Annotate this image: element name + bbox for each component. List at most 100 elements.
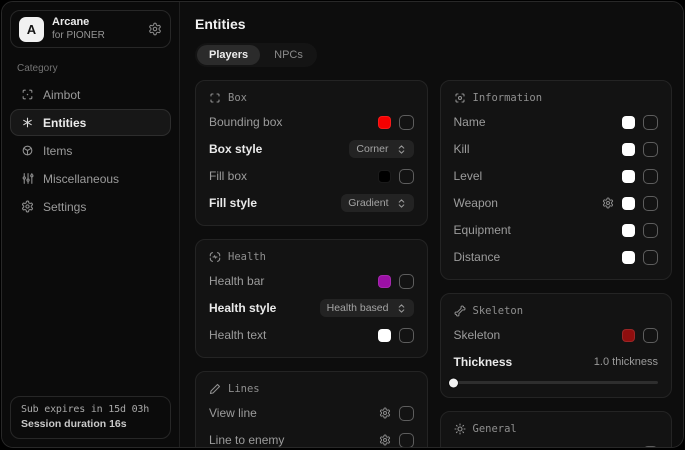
setting-label: Kill	[454, 142, 470, 156]
setting-row-fill-box: Fill box	[209, 167, 414, 185]
card-title: Lines	[228, 383, 260, 395]
card-title: Box	[228, 92, 247, 104]
color-swatch[interactable]	[622, 224, 635, 237]
weapon-checkbox[interactable]	[643, 196, 658, 211]
setting-row-health-bar: Health bar	[209, 272, 414, 290]
color-swatch[interactable]	[622, 170, 635, 183]
color-swatch[interactable]	[378, 170, 391, 183]
color-swatch[interactable]	[378, 329, 391, 342]
color-swatch[interactable]	[622, 197, 635, 210]
card-lines: Lines View line Line to enemy	[195, 371, 428, 447]
setting-row-thickness: Thickness 1.0 thickness	[454, 353, 659, 371]
card-box: Box Bounding box Box style Corne	[195, 80, 428, 226]
name-checkbox[interactable]	[643, 115, 658, 130]
health-text-checkbox[interactable]	[399, 328, 414, 343]
chevrons-up-down-icon	[396, 303, 407, 314]
view-line-gear-icon[interactable]	[379, 407, 391, 419]
thickness-value: 1.0 thickness	[594, 356, 658, 368]
color-swatch[interactable]	[622, 251, 635, 264]
bounding-box-checkbox[interactable]	[399, 115, 414, 130]
setting-label: Visibility check	[454, 446, 532, 447]
card-health: Health Health bar Health style H	[195, 239, 428, 358]
setting-label: Equipment	[454, 223, 511, 237]
header-gear-icon[interactable]	[148, 22, 162, 36]
main-content: Entities Players NPCs Box Bounding box	[180, 2, 683, 447]
setting-label: Bounding box	[209, 115, 282, 129]
bone-icon	[454, 305, 466, 317]
slider-thumb[interactable]	[449, 378, 458, 387]
color-swatch[interactable]	[622, 116, 635, 129]
setting-row-visibility-check: Visibility check	[454, 444, 659, 447]
setting-label: Box style	[209, 142, 262, 156]
setting-label: View line	[209, 406, 257, 420]
setting-label: Health text	[209, 328, 266, 342]
setting-row-kill: Kill	[454, 140, 659, 158]
tab-players[interactable]: Players	[197, 45, 260, 65]
page-title: Entities	[195, 16, 672, 32]
setting-label: Fill style	[209, 196, 257, 210]
card-title: Health	[228, 251, 266, 263]
sidebar-item-entities[interactable]: Entities	[10, 109, 171, 136]
level-checkbox[interactable]	[643, 169, 658, 184]
setting-row-health-style: Health style Health based	[209, 299, 414, 317]
category-label: Category	[17, 63, 171, 74]
setting-label: Thickness	[454, 355, 513, 369]
wheel-icon	[21, 144, 34, 157]
session-duration-text: Session duration 16s	[21, 418, 160, 430]
app-subtitle: for PIONER	[52, 30, 105, 43]
setting-row-weapon: Weapon	[454, 194, 659, 212]
skeleton-checkbox[interactable]	[643, 328, 658, 343]
color-swatch[interactable]	[622, 329, 635, 342]
dropdown-value: Corner	[356, 143, 388, 155]
color-swatch[interactable]	[378, 275, 391, 288]
view-line-checkbox[interactable]	[399, 406, 414, 421]
sidebar-header: A Arcane for PIONER	[10, 10, 171, 48]
box-corners-icon	[209, 92, 221, 104]
card-skeleton: Skeleton Skeleton Thickness 1.0 thicknes…	[440, 293, 673, 398]
heart-pulse-icon	[209, 251, 221, 263]
kill-checkbox[interactable]	[643, 142, 658, 157]
color-swatch[interactable]	[622, 143, 635, 156]
box-style-dropdown[interactable]: Corner	[349, 140, 413, 158]
line-to-enemy-gear-icon[interactable]	[379, 434, 391, 446]
sidebar-item-label: Items	[43, 144, 72, 158]
thickness-slider[interactable]	[454, 381, 659, 384]
sidebar-item-label: Aimbot	[43, 88, 80, 102]
dropdown-value: Health based	[327, 302, 389, 314]
card-general: General Visibility check Max distance 50…	[440, 411, 673, 447]
setting-row-fill-style: Fill style Gradient	[209, 194, 414, 212]
card-information: Information Name Kill	[440, 80, 673, 280]
card-title: Skeleton	[473, 305, 524, 317]
health-bar-checkbox[interactable]	[399, 274, 414, 289]
card-title: Information	[473, 92, 543, 104]
sliders-icon	[21, 172, 34, 185]
gear-icon	[21, 200, 34, 213]
distance-checkbox[interactable]	[643, 250, 658, 265]
setting-row-view-line: View line	[209, 404, 414, 422]
color-swatch[interactable]	[378, 116, 391, 129]
tab-npcs[interactable]: NPCs	[262, 45, 315, 65]
chevrons-up-down-icon	[396, 144, 407, 155]
setting-row-name: Name	[454, 113, 659, 131]
crosshair-scan-icon	[21, 88, 34, 101]
sun-icon	[454, 423, 466, 435]
subscription-box: Sub expires in 15d 03h Session duration …	[10, 396, 171, 439]
sidebar-item-label: Entities	[43, 116, 86, 130]
card-title: General	[473, 423, 517, 435]
sidebar-item-miscellaneous[interactable]: Miscellaneous	[10, 165, 171, 192]
health-style-dropdown[interactable]: Health based	[320, 299, 414, 317]
equipment-checkbox[interactable]	[643, 223, 658, 238]
sidebar-item-items[interactable]: Items	[10, 137, 171, 164]
line-to-enemy-checkbox[interactable]	[399, 433, 414, 448]
fill-box-checkbox[interactable]	[399, 169, 414, 184]
fill-style-dropdown[interactable]: Gradient	[341, 194, 413, 212]
visibility-check-checkbox[interactable]	[643, 446, 658, 448]
sidebar-item-aimbot[interactable]: Aimbot	[10, 81, 171, 108]
setting-row-health-text: Health text	[209, 326, 414, 344]
sidebar-item-label: Settings	[43, 200, 86, 214]
setting-label: Fill box	[209, 169, 247, 183]
entities-asterisk-icon	[21, 116, 34, 129]
sidebar-item-settings[interactable]: Settings	[10, 193, 171, 220]
setting-row-skeleton: Skeleton	[454, 326, 659, 344]
weapon-gear-icon[interactable]	[602, 197, 614, 209]
